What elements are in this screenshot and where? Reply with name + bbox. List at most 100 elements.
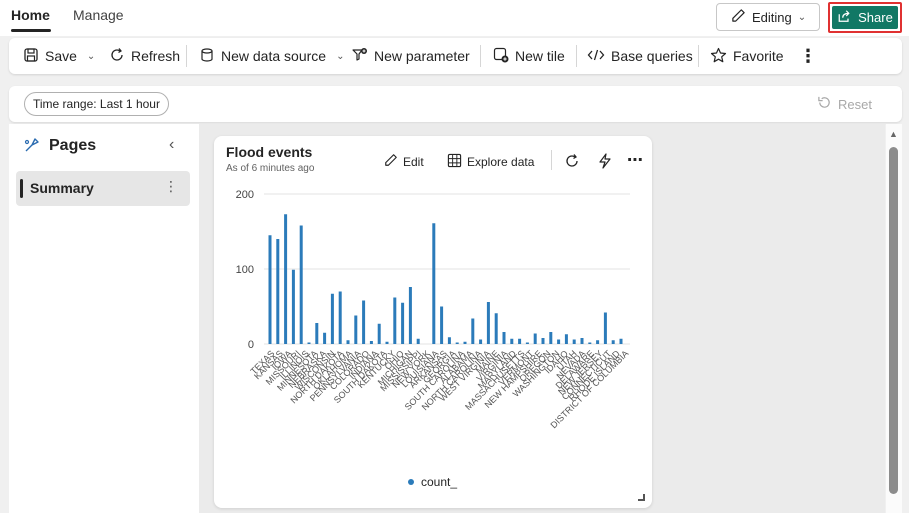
chart-bar[interactable]	[416, 338, 420, 344]
editing-label: Editing	[752, 9, 792, 25]
chart-bar[interactable]	[603, 312, 607, 345]
chart-bar[interactable]	[611, 340, 615, 344]
base-queries-button[interactable]: Base queries	[587, 38, 693, 74]
chart-bar[interactable]	[354, 315, 358, 345]
chart-bar[interactable]	[541, 338, 545, 344]
scrollbar-thumb[interactable]	[889, 147, 898, 494]
chart-bar[interactable]	[486, 302, 490, 344]
chart-bar[interactable]	[401, 302, 405, 344]
chevron-down-icon[interactable]: ⌄	[87, 51, 95, 62]
chart-bar[interactable]	[619, 338, 623, 344]
tab-manage[interactable]: Manage	[73, 7, 124, 23]
more-vertical-icon[interactable]: ⋮	[799, 38, 817, 74]
chart-bar[interactable]	[432, 223, 436, 344]
chart-bar[interactable]	[385, 341, 389, 344]
chart-bar[interactable]	[346, 340, 350, 344]
pages-title: Pages	[49, 137, 97, 154]
share-icon	[837, 9, 852, 26]
page-item-label: Summary	[30, 180, 94, 196]
chart-bar[interactable]	[463, 341, 467, 344]
chart-bar[interactable]	[557, 339, 561, 345]
chart-bar[interactable]	[455, 342, 459, 345]
chart-bar[interactable]	[362, 300, 366, 345]
chart-bar[interactable]	[307, 342, 311, 345]
chart-bar[interactable]	[564, 334, 568, 344]
toolbar-divider	[698, 45, 699, 67]
chart-bar[interactable]	[315, 323, 319, 344]
toolbar-divider	[576, 45, 577, 67]
save-label: Save	[45, 48, 77, 64]
chevron-down-icon[interactable]: ⌄	[336, 51, 344, 62]
page-selected-indicator	[20, 179, 23, 198]
y-tick-label: 100	[236, 264, 254, 276]
chart-bar[interactable]	[471, 318, 475, 345]
new-parameter-label: New parameter	[374, 48, 470, 64]
new-data-source-label: New data source	[221, 48, 327, 64]
chart-bar[interactable]	[291, 269, 295, 344]
new-tile-button[interactable]: New tile	[493, 38, 565, 74]
reset-button[interactable]: Reset	[817, 95, 872, 113]
chart-bar[interactable]	[323, 332, 327, 344]
tab-home[interactable]: Home	[11, 7, 50, 23]
chart-bar[interactable]	[580, 338, 584, 344]
more-vertical-icon[interactable]: ⋮	[164, 178, 178, 195]
base-queries-label: Base queries	[611, 48, 693, 64]
resize-handle[interactable]	[638, 494, 645, 501]
chart-bar[interactable]	[596, 340, 600, 344]
save-button[interactable]: Save ⌄	[23, 38, 95, 74]
refresh-button[interactable]: Refresh	[109, 38, 180, 74]
chart-bar[interactable]	[525, 342, 529, 345]
chart-bar[interactable]	[479, 339, 483, 345]
legend-label[interactable]: count_	[421, 475, 457, 489]
new-data-source-button[interactable]: New data source ⌄	[199, 38, 344, 74]
chart-bar[interactable]	[299, 225, 303, 345]
new-tile-icon	[493, 47, 509, 66]
chart-bar[interactable]	[549, 332, 553, 344]
share-label: Share	[858, 10, 893, 25]
share-button[interactable]: Share	[832, 6, 898, 29]
chart-bar[interactable]	[276, 239, 280, 344]
chart-bar[interactable]	[494, 313, 498, 344]
chart-bar[interactable]	[588, 342, 592, 345]
toolbar-divider	[480, 45, 481, 67]
page-item-summary[interactable]: Summary ⋮	[16, 171, 190, 206]
chart-bar[interactable]	[447, 337, 451, 344]
chevron-down-icon: ⌄	[797, 11, 807, 23]
code-icon	[587, 47, 605, 66]
chart-bar[interactable]	[518, 338, 522, 344]
chart-bar[interactable]	[510, 338, 514, 344]
pages-icon	[23, 136, 41, 159]
favorite-button[interactable]: Favorite	[710, 38, 784, 74]
flood-events-chart: 0100200TEXASKANSASIOWAMISSOURIILLINOISMI…	[236, 189, 631, 489]
tab-home-underline	[11, 29, 51, 32]
legend-marker	[408, 479, 414, 485]
chevron-left-icon[interactable]: ‹	[169, 136, 174, 154]
pencil-icon	[731, 8, 746, 26]
y-tick-label: 200	[236, 189, 254, 201]
chart-bar[interactable]	[393, 297, 397, 345]
chart-bar[interactable]	[533, 333, 537, 345]
filter-plus-icon	[352, 47, 368, 66]
time-range-pill[interactable]: Time range: Last 1 hour	[24, 92, 169, 116]
y-tick-label: 0	[248, 339, 254, 351]
reset-label: Reset	[838, 96, 872, 112]
chart-bar[interactable]	[502, 332, 506, 344]
save-icon	[23, 47, 39, 66]
chart-bar[interactable]	[369, 341, 373, 344]
refresh-label: Refresh	[131, 48, 181, 64]
chart-bar[interactable]	[408, 287, 412, 344]
pages-panel: Pages ‹ Summary ⋮	[9, 124, 199, 513]
parameters-bar: Time range: Last 1 hour Reset	[9, 86, 902, 122]
chart-bar[interactable]	[268, 235, 272, 344]
chart-bar[interactable]	[572, 339, 576, 345]
editing-mode-button[interactable]: Editing ⌄	[716, 3, 820, 31]
chart-bar[interactable]	[330, 293, 334, 344]
new-parameter-button[interactable]: New parameter	[352, 38, 470, 74]
chart-bar[interactable]	[284, 214, 288, 344]
star-icon	[710, 47, 727, 66]
chart-bar[interactable]	[338, 291, 342, 345]
scroll-up-arrow-icon[interactable]: ▲	[889, 129, 898, 139]
chart-bar[interactable]	[440, 306, 444, 345]
chart-bar[interactable]	[377, 323, 381, 344]
toolbar-divider	[186, 45, 187, 67]
